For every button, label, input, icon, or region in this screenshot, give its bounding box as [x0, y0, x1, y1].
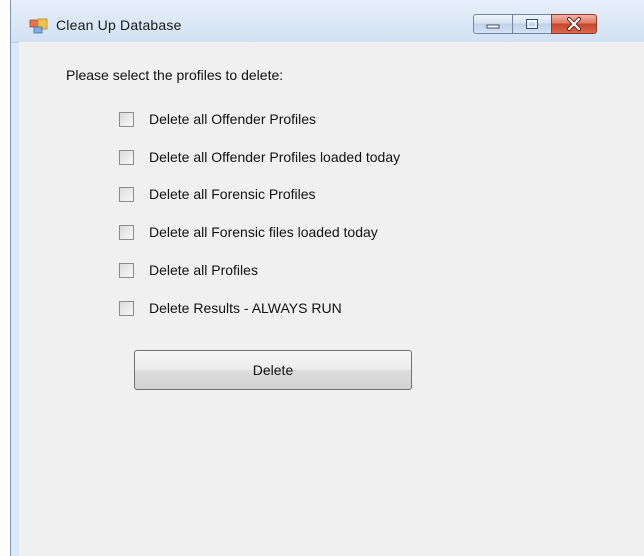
checkbox-label: Delete all Forensic files loaded today	[149, 224, 378, 240]
option-delete-offender-profiles-today[interactable]: Delete all Offender Profiles loaded toda…	[119, 147, 400, 167]
checkbox[interactable]	[119, 111, 134, 127]
close-icon	[567, 17, 581, 31]
checkbox[interactable]	[119, 300, 134, 316]
database-app-icon	[29, 18, 48, 34]
checkbox[interactable]	[119, 186, 134, 202]
checkbox[interactable]	[119, 262, 134, 278]
maximize-button[interactable]	[512, 14, 552, 34]
checkbox[interactable]	[119, 224, 134, 240]
checkbox-label: Delete all Offender Profiles loaded toda…	[149, 149, 401, 165]
option-delete-forensic-files-today[interactable]: Delete all Forensic files loaded today	[119, 222, 378, 242]
minimize-button[interactable]	[473, 14, 513, 34]
option-delete-results[interactable]: Delete Results - ALWAYS RUN	[119, 298, 342, 318]
option-delete-all-profiles[interactable]: Delete all Profiles	[119, 260, 258, 280]
option-delete-forensic-profiles[interactable]: Delete all Forensic Profiles	[119, 184, 316, 204]
checkbox-label: Delete all Offender Profiles	[149, 111, 317, 127]
delete-button[interactable]: Delete	[134, 350, 412, 390]
checkbox[interactable]	[119, 149, 134, 165]
title-bar[interactable]: Clean Up Database	[11, 0, 644, 43]
option-delete-offender-profiles[interactable]: Delete all Offender Profiles	[119, 109, 316, 129]
checkbox-label: Delete Results - ALWAYS RUN	[149, 300, 342, 316]
checkbox-label: Delete all Profiles	[149, 262, 258, 278]
maximize-icon	[526, 19, 538, 29]
minimize-icon	[486, 24, 500, 29]
clean-up-database-window: Clean Up Database Please select the prof…	[10, 0, 644, 556]
close-button[interactable]	[551, 14, 597, 34]
instruction-label: Please select the profiles to delete:	[66, 67, 284, 83]
checkbox-label: Delete all Forensic Profiles	[149, 186, 316, 202]
window-title: Clean Up Database	[56, 17, 182, 33]
dialog-body: Please select the profiles to delete: De…	[19, 42, 644, 556]
